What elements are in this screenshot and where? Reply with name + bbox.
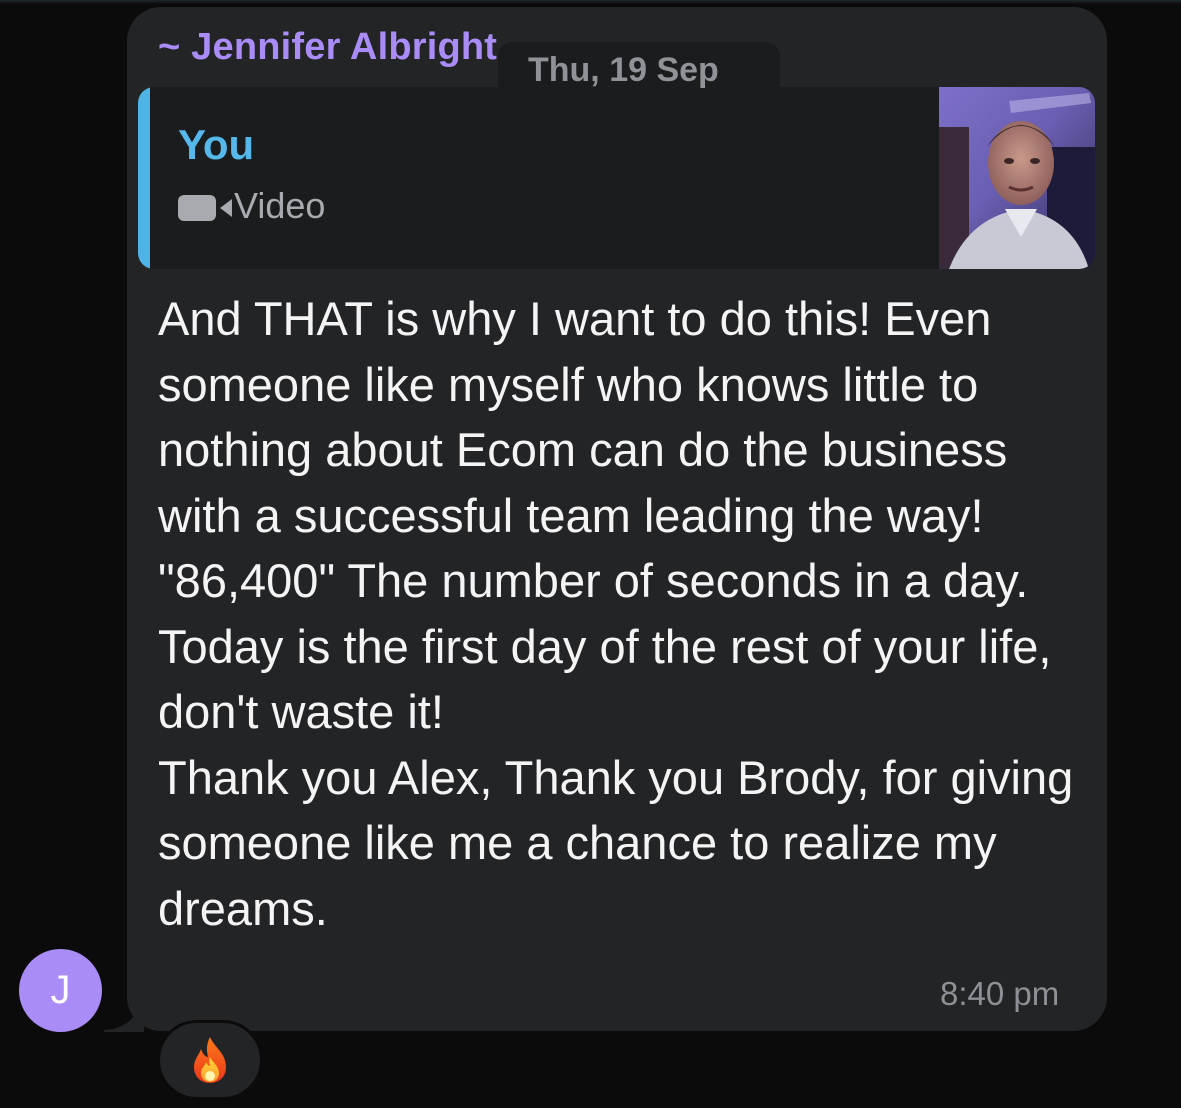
message-paragraph: Thank you Alex, Thank you Brody, for giv… [158,750,1074,935]
top-divider [0,0,1181,4]
video-camera-icon [178,195,232,221]
quote-accent-bar [138,87,150,269]
avatar[interactable]: J [19,949,102,1032]
avatar-initial: J [50,968,71,1012]
quote-media-type: Video [234,185,326,226]
sender-name[interactable]: ~ Jennifer Albright [158,26,497,69]
quoted-reply[interactable]: You Video [138,87,1095,269]
message-paragraph: "86,400" The number of seconds in a day.… [158,554,1052,738]
quote-author: You [178,121,255,168]
date-header: Thu, 19 Sep [498,42,780,98]
reaction-badge[interactable] [157,1020,263,1100]
fire-emoji-icon [194,1037,226,1083]
chat-view: ~ Jennifer Albright You Video Thu, 19 Se… [0,0,1181,1108]
message-text: And THAT is why I want to do this! Even … [158,286,1088,941]
message-paragraph: And THAT is why I want to do this! Even … [158,292,1008,542]
video-thumbnail[interactable] [939,87,1095,269]
message-timestamp: 8:40 pm [940,975,1060,1012]
date-label: Thu, 19 Sep [528,51,719,89]
